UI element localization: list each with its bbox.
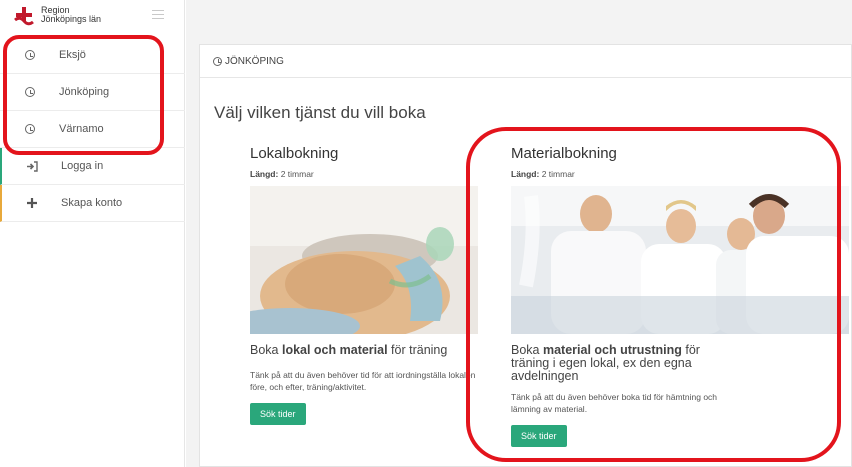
card-description: Tänk på att du även behöver tid för att … [250,370,476,392]
card-image-nurses-team [511,186,849,334]
sidebar-item-label: Värnamo [59,123,104,135]
card-heading-bold: material och utrustning [542,343,682,357]
card-heading-bold: lokal och material [281,343,388,357]
card-title: Lokalbokning [250,145,339,162]
search-times-button[interactable]: Sök tider [250,403,306,425]
card-title: Materialbokning [511,145,617,162]
sidebar-item-label: Jönköping [59,86,110,98]
card-heading: Boka material och utrustning för träning… [511,344,731,383]
card-description: Tänk på att du även behöver boka tid för… [511,392,718,414]
sign-in-icon [26,160,38,172]
card-heading-pre: Boka [511,343,543,357]
panel-header: JÖNKÖPING [200,45,851,78]
card-heading-post: för träning [387,343,448,357]
sidebar-nav: Eksjö Jönköping Värnamo Logga in Skapa k… [0,37,185,222]
sidebar-item-eksjo[interactable]: Eksjö [0,37,185,74]
panel-header-title: JÖNKÖPING [225,55,284,67]
card-length: Längd: 2 timmar [250,169,478,179]
service-card-lokalbokning: Lokalbokning Längd: 2 timmar Boka lokal … [250,145,478,425]
card-heading: Boka lokal och material för träning [250,344,478,357]
card-length-value: 2 timmar [541,169,575,179]
clock-icon [24,86,36,98]
booking-panel: JÖNKÖPING Välj vilken tjänst du vill bok… [199,44,852,467]
card-length-label: Längd: [250,169,279,179]
sidebar-item-jonkoping[interactable]: Jönköping [0,74,185,111]
region-logo-icon [14,7,34,26]
page-title: Välj vilken tjänst du vill boka [214,103,426,122]
sidebar-item-label: Skapa konto [61,197,123,209]
sidebar-item-login[interactable]: Logga in [0,148,185,185]
clock-icon [24,123,36,135]
card-heading-pre: Boka [250,343,282,357]
search-times-button[interactable]: Sök tider [511,425,567,447]
sidebar-item-varnamo[interactable]: Värnamo [0,111,185,148]
main-area: JÖNKÖPING Välj vilken tjänst du vill bok… [186,0,852,467]
card-length-value: 2 timmar [280,169,314,179]
card-length: Längd: 2 timmar [511,169,851,179]
clock-icon [24,49,36,61]
menu-toggle-icon[interactable] [152,10,164,19]
brand[interactable]: Region Jönköpings län [0,0,185,30]
plus-icon [26,197,38,209]
service-card-materialbokning: Materialbokning Längd: 2 timmar Boka mat… [511,145,851,447]
brand-name-line2: Jönköpings län [41,14,102,24]
clock-icon [213,56,222,66]
sidebar-item-label: Eksjö [59,49,86,61]
sidebar-item-create-account[interactable]: Skapa konto [0,185,185,222]
card-image-training-manikin [250,186,478,334]
brand-name: Region Jönköpings län [41,6,101,24]
card-length-label: Längd: [511,169,540,179]
sidebar: Region Jönköpings län Eksjö Jönköping Vä… [0,0,185,467]
sidebar-item-label: Logga in [61,160,104,172]
